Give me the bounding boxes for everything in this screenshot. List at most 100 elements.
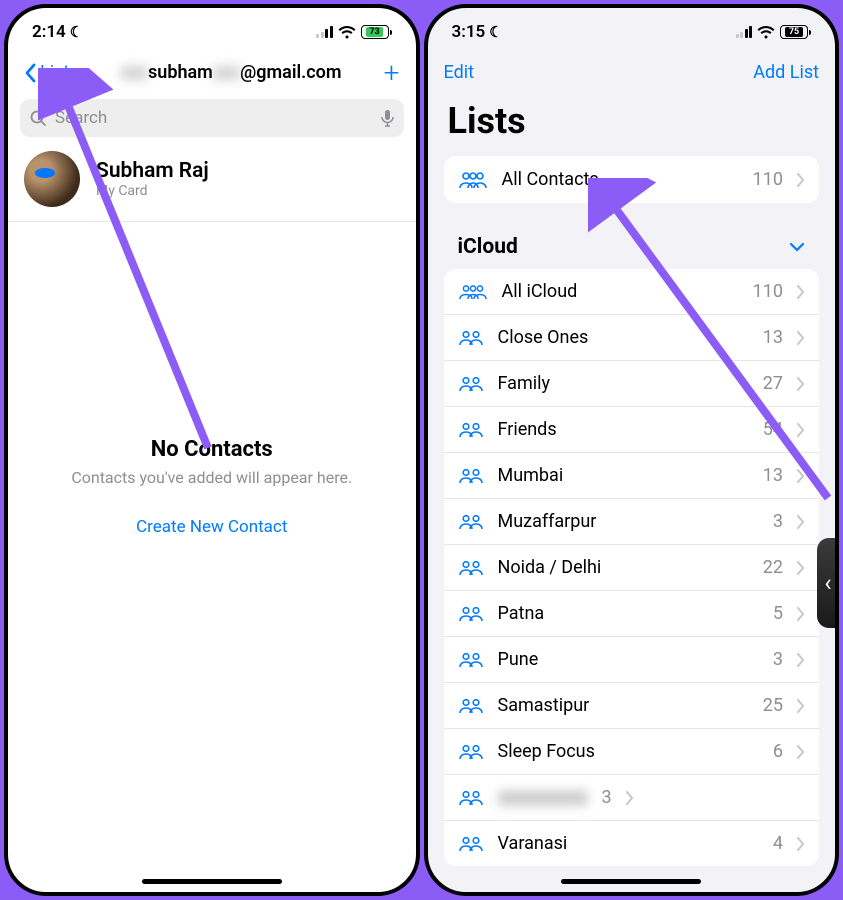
list-row[interactable]: 3 <box>444 775 820 821</box>
row-count: 110 <box>753 169 783 190</box>
battery-icon: 73 <box>361 25 392 39</box>
phone-right: 3:15 ☾ 75 Edit Add List Lists All Contac… <box>424 4 840 896</box>
focus-moon-icon: ☾ <box>489 23 502 41</box>
search-input[interactable]: Search <box>20 99 404 137</box>
row-count: 54 <box>763 419 783 440</box>
people-icon <box>458 422 484 438</box>
mic-icon[interactable] <box>381 109 394 128</box>
home-indicator[interactable] <box>561 879 701 884</box>
chevron-right-icon <box>797 837 805 851</box>
empty-title: No Contacts <box>151 437 273 462</box>
row-label: Close Ones <box>498 327 749 348</box>
my-card-row[interactable]: Subham Raj My Card <box>8 137 416 222</box>
chevron-right-icon <box>797 377 805 391</box>
back-label: Lists <box>40 62 79 83</box>
row-label: Sleep Focus <box>498 741 759 762</box>
row-count: 13 <box>763 465 783 486</box>
chevron-right-icon <box>797 653 805 667</box>
back-button[interactable]: Lists <box>24 62 79 83</box>
list-row[interactable]: Noida / Delhi 22 <box>444 545 820 591</box>
section-title: iCloud <box>458 235 518 259</box>
chevron-right-icon <box>797 561 805 575</box>
people-icon <box>458 698 484 714</box>
chevron-right-icon <box>797 285 805 299</box>
list-row[interactable]: Mumbai 13 <box>444 453 820 499</box>
create-contact-button[interactable]: Create New Contact <box>136 517 287 537</box>
people-icon <box>458 606 484 622</box>
row-label: All Contacts <box>502 169 739 190</box>
search-placeholder: Search <box>55 108 373 128</box>
row-count: 6 <box>773 741 783 762</box>
chevron-right-icon <box>797 607 805 621</box>
row-label: Mumbai <box>498 465 749 486</box>
row-count: 13 <box>763 327 783 348</box>
row-count: 110 <box>753 281 783 302</box>
row-label: Patna <box>498 603 759 624</box>
list-row[interactable]: Patna5 <box>444 591 820 637</box>
edit-button[interactable]: Edit <box>444 62 474 83</box>
row-label <box>498 790 588 806</box>
list-row[interactable]: Pune 3 <box>444 637 820 683</box>
list-row[interactable]: Family27 <box>444 361 820 407</box>
list-row[interactable]: Muzaffarpur 3 <box>444 499 820 545</box>
people-icon <box>458 560 484 576</box>
row-label: Pune <box>498 649 759 670</box>
chevron-right-icon <box>626 791 634 805</box>
top-nav: Edit Add List <box>428 50 836 94</box>
row-count: 3 <box>602 787 612 808</box>
focus-moon-icon: ☾ <box>70 23 83 41</box>
page-title: Lists <box>428 94 836 156</box>
people-icon <box>458 376 484 392</box>
row-count: 4 <box>773 833 783 854</box>
empty-state: No Contacts Contacts you've added will a… <box>8 222 416 892</box>
row-label: Noida / Delhi <box>498 557 749 578</box>
phone-left: 2:14 ☾ 73 Lists xxxsubhamxxx@gmail.com +… <box>4 4 420 896</box>
signal-icon <box>316 26 333 38</box>
battery-icon: 75 <box>780 25 811 39</box>
add-list-button[interactable]: Add List <box>753 62 819 83</box>
all-contacts-row[interactable]: All Contacts 110 <box>444 156 820 203</box>
avatar <box>24 151 80 207</box>
people-icon <box>458 652 484 668</box>
wifi-icon <box>338 26 356 39</box>
row-label: Family <box>498 373 749 394</box>
side-handle[interactable]: ‹ <box>817 538 839 628</box>
row-count: 3 <box>773 511 783 532</box>
nav-title: xxxsubhamxxx@gmail.com <box>79 62 384 83</box>
lists-card: All iCloud110Close Ones13Family27Friends… <box>444 269 820 866</box>
list-row[interactable]: Friends 54 <box>444 407 820 453</box>
row-label: Friends <box>498 419 749 440</box>
chevron-right-icon <box>797 423 805 437</box>
list-row[interactable]: Sleep Focus 6 <box>444 729 820 775</box>
people-icon <box>458 790 484 806</box>
row-label: Varanasi <box>498 833 759 854</box>
status-time: 3:15 <box>452 22 486 42</box>
list-row[interactable]: All iCloud110 <box>444 269 820 315</box>
list-row[interactable]: Samastipur 25 <box>444 683 820 729</box>
signal-icon <box>736 26 753 38</box>
list-row[interactable]: Varanasi 4 <box>444 821 820 866</box>
row-label: Samastipur <box>498 695 749 716</box>
home-indicator[interactable] <box>142 879 282 884</box>
status-bar: 3:15 ☾ 75 <box>428 8 836 50</box>
wifi-icon <box>757 26 775 39</box>
chevron-down-icon <box>789 242 805 252</box>
row-count: 22 <box>763 557 783 578</box>
search-icon <box>30 110 47 127</box>
chevron-right-icon <box>797 173 805 187</box>
section-header[interactable]: iCloud <box>428 223 836 269</box>
empty-subtitle: Contacts you've added will appear here. <box>71 468 352 487</box>
people-icon <box>458 836 484 852</box>
list-row[interactable]: Close Ones 13 <box>444 315 820 361</box>
my-card-label: My Card <box>96 183 209 199</box>
row-label: Muzaffarpur <box>498 511 759 532</box>
chevron-right-icon <box>797 699 805 713</box>
status-bar: 2:14 ☾ 73 <box>8 8 416 50</box>
chevron-right-icon <box>797 515 805 529</box>
row-count: 25 <box>763 695 783 716</box>
add-button[interactable]: + <box>384 56 400 89</box>
people-icon <box>458 284 488 300</box>
status-time: 2:14 <box>32 22 66 42</box>
all-contacts-card: All Contacts 110 <box>444 156 820 203</box>
row-count: 3 <box>773 649 783 670</box>
